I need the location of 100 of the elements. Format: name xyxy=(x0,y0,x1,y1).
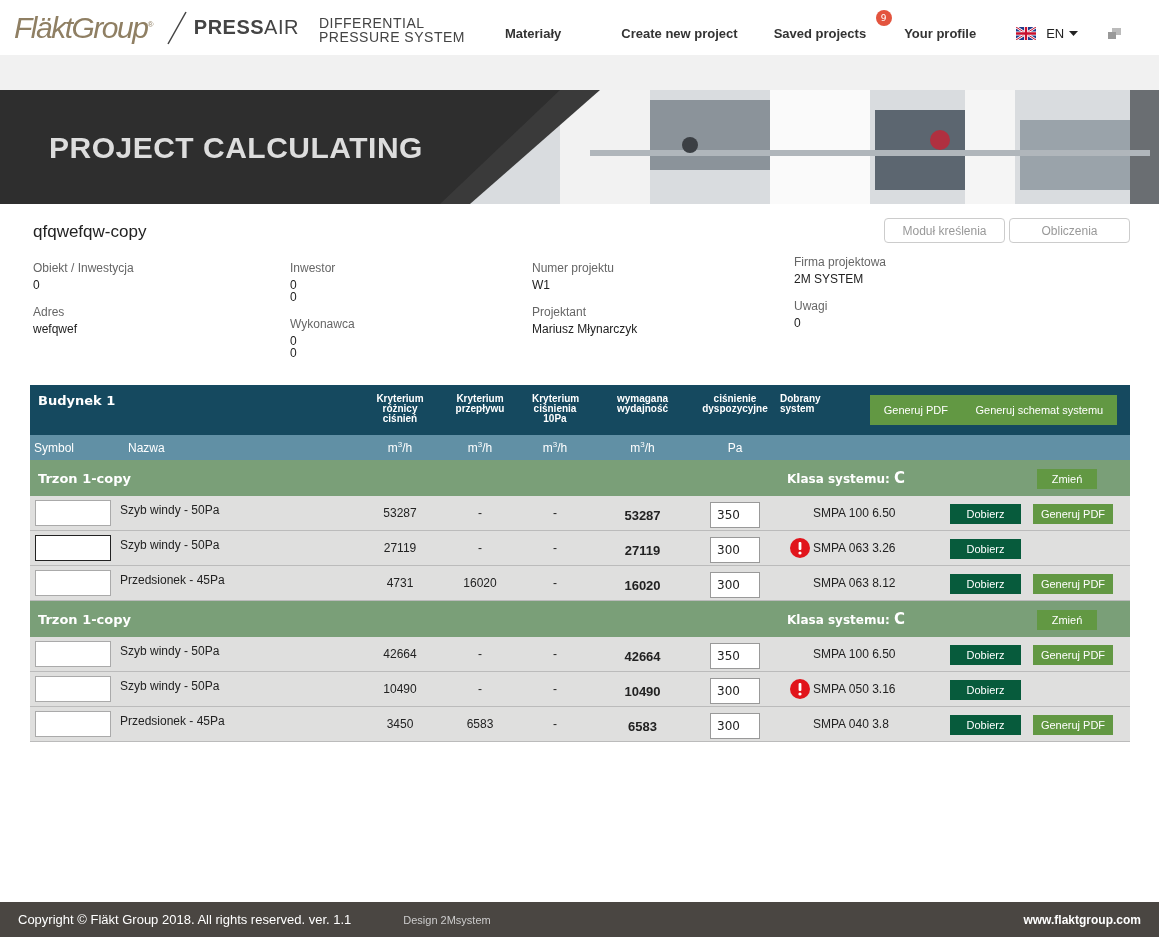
field-value: W1 xyxy=(532,279,550,291)
nav-link[interactable]: Saved projects xyxy=(773,26,867,41)
symbol-input[interactable] xyxy=(35,711,111,737)
unit-label: Pa xyxy=(726,440,744,455)
table-cell-text: 27119 xyxy=(623,541,662,558)
field-label: Obiekt / Inwestycja xyxy=(33,261,134,275)
select-button[interactable]: Dobierz xyxy=(950,503,1021,524)
field-label: Projektant xyxy=(532,305,587,319)
symbol-input[interactable] xyxy=(35,676,111,702)
column-header: Kryterium przepływu xyxy=(454,392,506,414)
squares-icon[interactable] xyxy=(1108,28,1122,39)
select-button[interactable]: Dobierz xyxy=(950,573,1021,594)
field-value: 0 xyxy=(290,335,297,347)
row-name: Szyb windy - 50Pa xyxy=(120,502,221,517)
building-title: Budynek 1 xyxy=(37,392,117,408)
system-class: Klasa systemu: C xyxy=(786,469,906,487)
field-value: 0 xyxy=(290,291,297,303)
select-button[interactable]: Dobierz xyxy=(950,679,1021,700)
table-cell-text: 10490 xyxy=(623,682,662,699)
count-badge: 9 xyxy=(875,10,892,26)
table-cell-text: 42664 xyxy=(382,647,418,661)
unit-label: m$^{3}$/h xyxy=(629,440,656,455)
row-name: Szyb windy - 50Pa xyxy=(120,678,221,693)
table-cell-text: 6583 xyxy=(465,717,495,731)
company-logo: FläktGroup$^{®}$ xyxy=(14,10,152,45)
field-value: Mariusz Młynarczyk xyxy=(532,323,638,335)
field-label: Inwestor xyxy=(290,261,336,275)
field-label: Uwagi xyxy=(794,299,828,313)
table-cell-text: 16020 xyxy=(462,576,498,590)
table-cell-text: 42664 xyxy=(623,647,662,664)
group-name: Trzon 1-copy xyxy=(37,611,132,627)
pressure-input[interactable]: 300 xyxy=(710,537,760,563)
nav-link[interactable]: Materiały xyxy=(504,26,562,41)
unit-label: m$^{3}$/h xyxy=(466,440,494,455)
project-name: qfqwefqw-copy xyxy=(33,222,147,243)
column-header: ciśnienie dyspozycyjne xyxy=(701,392,769,414)
table-cell-text: - xyxy=(552,717,558,731)
flag-icon xyxy=(1016,27,1037,40)
pressure-input[interactable]: 350 xyxy=(710,502,760,528)
design-credit: Design 2Msystem xyxy=(403,913,491,926)
symbol-input[interactable] xyxy=(35,570,111,596)
field-label: Wykonawca xyxy=(290,317,355,331)
row-name: Przedsionek - 45Pa xyxy=(120,572,226,587)
website-link[interactable]: www.flaktgroup.com xyxy=(1023,912,1141,927)
system-name: SMPA 063 3.26 xyxy=(813,541,896,555)
column-header: Kryterium różnicy ciśnień xyxy=(375,392,425,424)
select-button[interactable]: Dobierz xyxy=(950,538,1021,559)
system-name: SMPA 100 6.50 xyxy=(813,506,896,520)
column-header: wymagana wydajność xyxy=(615,392,670,414)
select-button[interactable]: Dobierz xyxy=(950,644,1021,665)
table-cell-text: 6583 xyxy=(627,717,658,734)
table-cell-text: 27119 xyxy=(382,541,418,555)
table-cell-text: - xyxy=(477,506,483,520)
field-value: 0 xyxy=(33,279,40,291)
table-cell-text: - xyxy=(477,647,483,661)
pressure-input[interactable]: 300 xyxy=(710,678,760,704)
table-cell-text: - xyxy=(552,647,558,661)
table-cell-text: 4731 xyxy=(385,576,415,590)
unit-label: Nazwa xyxy=(127,440,166,455)
field-value: 0 xyxy=(794,317,801,329)
pressure-input[interactable]: 300 xyxy=(710,713,760,739)
table-cell-text: 3450 xyxy=(385,717,415,731)
field-label: Firma projektowa xyxy=(794,255,887,269)
banner-title: PROJECT CALCULATING xyxy=(48,130,423,165)
select-button[interactable]: Dobierz xyxy=(950,714,1021,735)
field-value: 2M SYSTEM xyxy=(794,273,864,285)
row-name: Przedsionek - 45Pa xyxy=(120,713,226,728)
table-cell-text: 53287 xyxy=(382,506,418,520)
group-name: Trzon 1-copy xyxy=(37,470,132,486)
pressure-input[interactable]: 300 xyxy=(710,572,760,598)
field-value: wefqwef xyxy=(33,323,78,335)
table-cell-text: - xyxy=(477,682,483,696)
unit-label: m$^{3}$/h xyxy=(541,440,569,455)
table-cell-text: - xyxy=(552,541,558,555)
slash-icon xyxy=(165,10,188,45)
system-name: SMPA 050 3.16 xyxy=(813,682,896,696)
field-label: Numer projektu xyxy=(532,261,615,275)
system-name: SMPA 040 3.8 xyxy=(813,717,889,731)
symbol-input[interactable] xyxy=(35,535,111,561)
language-dropdown[interactable]: EN xyxy=(1042,26,1083,41)
unit-label: m$^{3}$/h xyxy=(386,440,414,455)
table-cell-text: 16020 xyxy=(623,576,662,593)
nav-link[interactable]: Create new project xyxy=(621,26,738,41)
table-cell-text: 53287 xyxy=(623,506,662,523)
row-name: Szyb windy - 50Pa xyxy=(120,537,221,552)
pressure-input[interactable]: 350 xyxy=(710,643,760,669)
field-value: 0 xyxy=(290,347,297,359)
system-name: SMPA 063 8.12 xyxy=(813,576,896,590)
unit-label: Symbol xyxy=(33,440,75,455)
caret-icon xyxy=(1069,31,1079,36)
symbol-input[interactable] xyxy=(35,500,111,526)
table-cell-text: - xyxy=(477,541,483,555)
row-name: Szyb windy - 50Pa xyxy=(120,643,221,658)
product-subtitle: DIFFERENTIAL PRESSURE SYSTEM xyxy=(318,13,465,44)
nav-link[interactable]: Your profile xyxy=(904,26,977,41)
table-cell-text: - xyxy=(552,682,558,696)
field-label: Adres xyxy=(33,305,65,319)
symbol-input[interactable] xyxy=(35,641,111,667)
system-name: SMPA 100 6.50 xyxy=(813,647,896,661)
column-header: Kryterium ciśnienia 10Pa xyxy=(531,392,581,424)
